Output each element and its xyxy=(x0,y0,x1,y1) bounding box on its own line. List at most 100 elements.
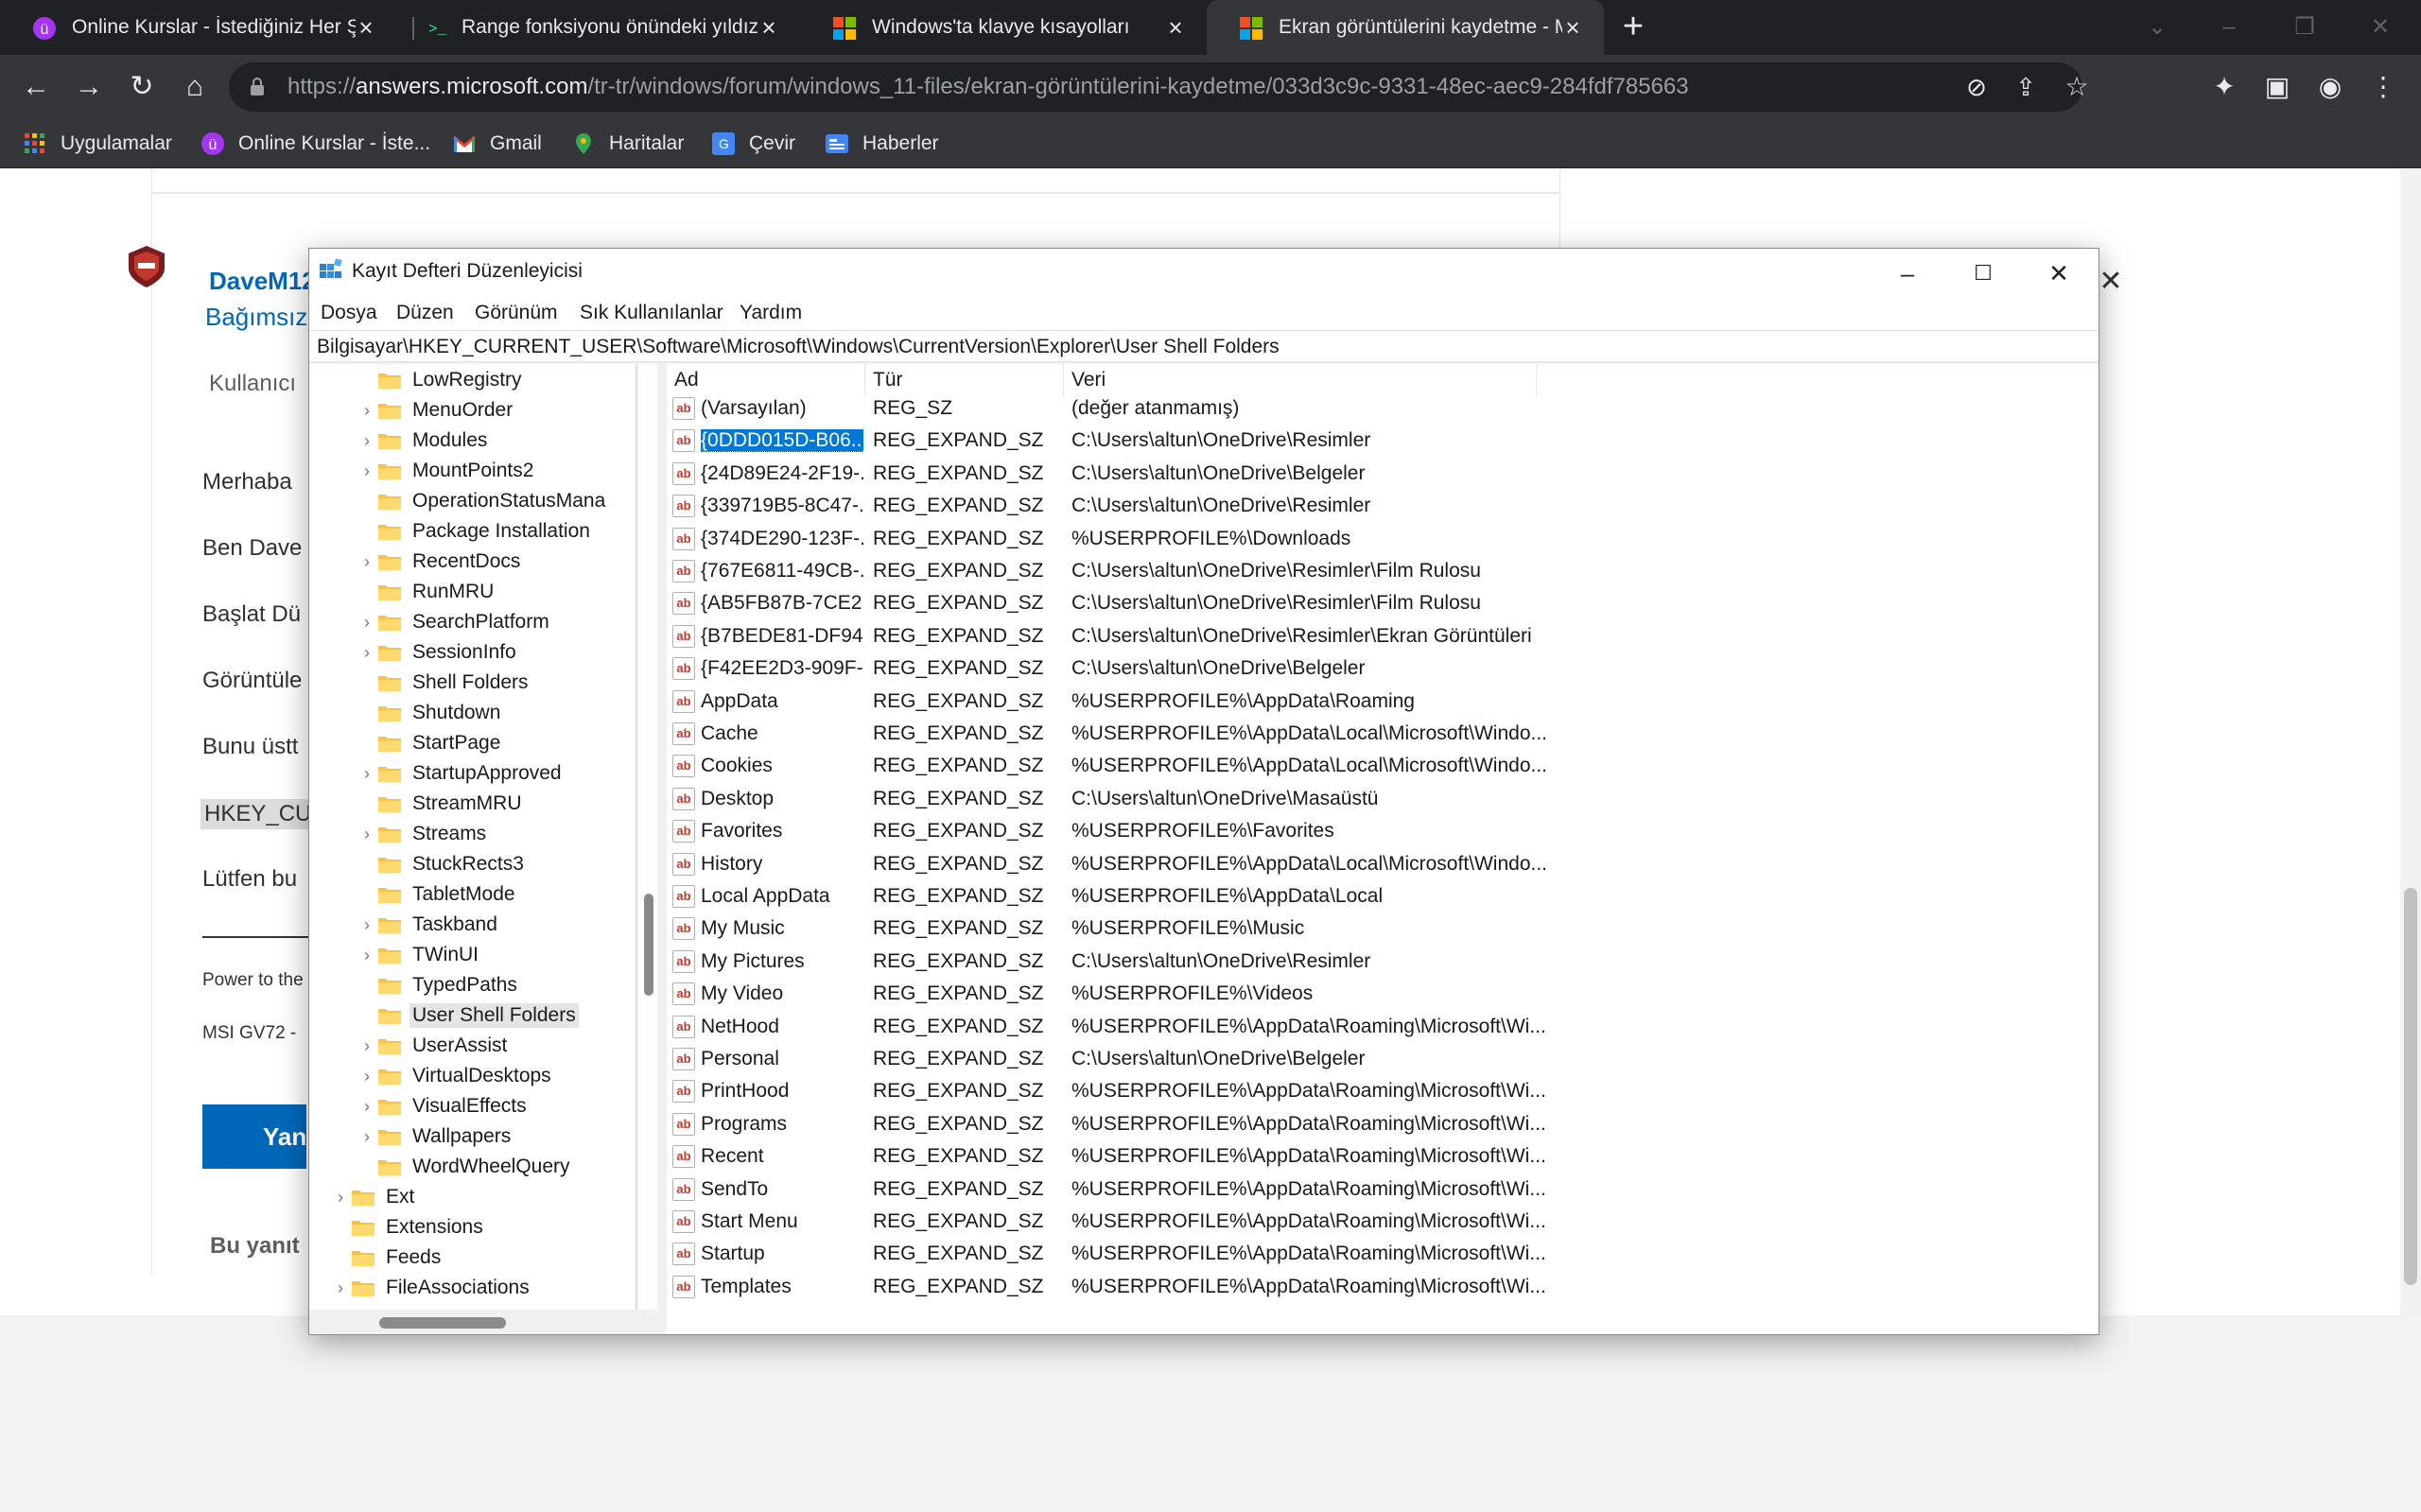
registry-address-bar[interactable]: Bilgisayar\HKEY_CURRENT_USER\Software\Mi… xyxy=(309,330,2099,362)
registry-value-row[interactable]: ab Desktop REG_EXPAND_SZ C:\Users\altun\One… xyxy=(667,783,2095,815)
tree-key-item[interactable]: › SearchPlatform xyxy=(357,608,552,636)
tree-key-item[interactable]: TabletMode xyxy=(357,880,518,909)
registry-value-row[interactable]: ab AppData REG_EXPAND_SZ %USERPROFILE%\AppD… xyxy=(667,686,2095,718)
registry-value-row[interactable]: ab Recent REG_EXPAND_SZ %USERPROFILE%\AppDa… xyxy=(667,1140,2095,1173)
registry-value-row[interactable]: ab {339719B5-8C47-... REG_EXPAND_SZ C:\User… xyxy=(667,490,2095,522)
expand-chevron-icon[interactable]: › xyxy=(357,613,377,633)
bookmark-haritalar[interactable]: Haritalar xyxy=(571,127,684,161)
new-tab-button[interactable]: + xyxy=(1617,9,1649,44)
minimize-browser-icon[interactable]: – xyxy=(2196,0,2262,55)
author-avatar[interactable] xyxy=(127,244,166,289)
tree-key-item[interactable]: User Shell Folders xyxy=(357,1001,579,1030)
reload-icon[interactable]: ↻ xyxy=(123,68,161,106)
tree-key-item[interactable]: Shutdown xyxy=(357,699,503,727)
tree-key-item[interactable]: TypedPaths xyxy=(357,971,520,999)
bookmark-star-icon[interactable]: ☆ xyxy=(2062,72,2092,102)
restore-browser-icon[interactable]: ❐ xyxy=(2272,0,2338,55)
tree-key-item[interactable]: › Taskband xyxy=(357,911,500,939)
author-name-link[interactable]: DaveM12 xyxy=(209,267,316,296)
registry-value-row[interactable]: ab {0DDD015D-B06... REG_EXPAND_SZ C:\Users\… xyxy=(667,425,2095,457)
reply-button[interactable]: Yanı xyxy=(202,1104,306,1169)
lock-icon[interactable] xyxy=(250,78,265,96)
registry-value-row[interactable]: ab Personal REG_EXPAND_SZ C:\Users\altun\On… xyxy=(667,1043,2095,1075)
registry-value-row[interactable]: ab SendTo REG_EXPAND_SZ %USERPROFILE%\AppDa… xyxy=(667,1173,2095,1206)
tree-key-item[interactable]: › StartupApproved xyxy=(357,759,565,788)
regedit-titlebar[interactable]: Kayıt Defteri Düzenleyicisi – ☐ ✕ xyxy=(309,249,2099,298)
registry-value-row[interactable]: ab Start Menu REG_EXPAND_SZ %USERPROFILE%\A… xyxy=(667,1206,2095,1238)
registry-value-row[interactable]: ab {767E6811-49CB-... REG_EXPAND_SZ C:\User… xyxy=(667,555,2095,587)
tree-key-item[interactable]: Extensions xyxy=(330,1213,486,1242)
expand-chevron-icon[interactable]: › xyxy=(330,1188,351,1208)
registry-value-row[interactable]: ab Programs REG_EXPAND_SZ %USERPROFILE%\App… xyxy=(667,1108,2095,1140)
bookmark-online-kurslar[interactable]: ü Online Kurslar - İste... xyxy=(200,127,430,161)
close-tab-icon[interactable]: × xyxy=(755,13,783,42)
dialog-close-icon[interactable]: ✕ xyxy=(2098,268,2124,296)
tree-key-item[interactable]: WordWheelQuery xyxy=(357,1153,573,1181)
extensions-icon[interactable]: ✦ xyxy=(2207,70,2241,104)
tree-hscroll-thumb[interactable] xyxy=(379,1317,506,1329)
tree-key-item[interactable]: Shell Folders xyxy=(357,669,531,697)
minimize-window-icon[interactable]: – xyxy=(1870,249,1945,298)
registry-value-row[interactable]: ab Local AppData REG_EXPAND_SZ %USERPROFILE… xyxy=(667,880,2095,912)
expand-chevron-icon[interactable]: › xyxy=(357,461,377,481)
registry-value-row[interactable]: ab Templates REG_EXPAND_SZ %USERPROFILE%\Ap… xyxy=(667,1271,2095,1303)
registry-value-row[interactable]: ab My Video REG_EXPAND_SZ %USERPROFILE%\Vid… xyxy=(667,978,2095,1010)
home-icon[interactable]: ⌂ xyxy=(176,68,214,106)
tab-klavye-kisayollari[interactable]: Windows'ta klavye kısayolları × xyxy=(800,0,1207,55)
menu-duzen[interactable]: Düzen xyxy=(396,302,454,324)
column-header-data[interactable]: Veri xyxy=(1064,364,1537,396)
tree-key-item[interactable]: StreamMRU xyxy=(357,790,525,818)
registry-value-row[interactable]: ab Startup REG_EXPAND_SZ %USERPROFILE%\AppD… xyxy=(667,1238,2095,1270)
registry-value-row[interactable]: ab {374DE290-123F-... REG_EXPAND_SZ %USERPR… xyxy=(667,523,2095,555)
registry-value-row[interactable]: ab History REG_EXPAND_SZ %USERPROFILE%\AppD… xyxy=(667,848,2095,880)
menu-sik-kullanilanlar[interactable]: Sık Kullanılanlar xyxy=(580,302,723,324)
column-header-type[interactable]: Tür xyxy=(865,364,1064,396)
tree-key-item[interactable]: Feeds xyxy=(330,1243,444,1272)
tab-range-fonksiyonu[interactable]: >_ Range fonksiyonu önündeki yıldız × xyxy=(393,0,800,55)
bookmark-cevir[interactable]: G Çevir xyxy=(711,127,795,161)
column-header-name[interactable]: Ad xyxy=(667,364,865,396)
registry-value-row[interactable]: ab Favorites REG_EXPAND_SZ %USERPROFILE%\Fa… xyxy=(667,815,2095,847)
registry-value-row[interactable]: ab NetHood REG_EXPAND_SZ %USERPROFILE%\AppD… xyxy=(667,1011,2095,1043)
tree-key-item[interactable]: LowRegistry xyxy=(357,366,525,394)
tree-key-item[interactable]: › UserAssist xyxy=(357,1032,510,1060)
expand-chevron-icon[interactable]: › xyxy=(357,1067,377,1086)
share-icon[interactable]: ⇪ xyxy=(2011,72,2041,102)
tracking-blocked-icon[interactable]: ⊘ xyxy=(1961,72,1992,102)
expand-chevron-icon[interactable]: › xyxy=(357,401,377,421)
registry-value-row[interactable]: ab (Varsayılan) REG_SZ (değer atanmamış) xyxy=(667,392,2095,425)
page-scrollbar[interactable] xyxy=(2400,169,2421,1315)
tree-key-item[interactable]: StartPage xyxy=(357,729,503,757)
tab-online-kurslar[interactable]: ü Online Kurslar - İstediğiniz Her Şey × xyxy=(0,0,397,55)
expand-chevron-icon[interactable]: › xyxy=(357,431,377,451)
tree-key-item[interactable]: › Streams xyxy=(357,820,489,848)
tree-key-item[interactable]: › Ext xyxy=(330,1183,417,1211)
registry-tree[interactable]: LowRegistry › MenuOrder › Modules › MountPoint… xyxy=(309,364,636,1334)
bookmark-uygulamalar[interactable]: Uygulamalar xyxy=(23,127,172,161)
tree-key-item[interactable]: › Modules xyxy=(357,426,490,455)
tree-key-item[interactable]: › VisualEffects xyxy=(357,1092,530,1121)
menu-gorunum[interactable]: Görünüm xyxy=(475,302,558,324)
expand-chevron-icon[interactable]: › xyxy=(357,825,377,844)
expand-chevron-icon[interactable]: › xyxy=(357,643,377,663)
expand-chevron-icon[interactable]: › xyxy=(357,1127,377,1147)
side-panel-icon[interactable]: ▣ xyxy=(2260,70,2294,104)
back-icon[interactable]: ← xyxy=(17,68,55,106)
tree-horizontal-scrollbar[interactable] xyxy=(309,1310,657,1334)
tree-scroll-thumb[interactable] xyxy=(644,894,653,996)
tree-key-item[interactable]: › MenuOrder xyxy=(357,396,515,425)
registry-value-row[interactable]: ab {24D89E24-2F19-... REG_EXPAND_SZ C:\User… xyxy=(667,458,2095,490)
expand-chevron-icon[interactable]: › xyxy=(357,1097,377,1117)
address-bar[interactable]: https://answers.microsoft.com/tr-tr/wind… xyxy=(229,62,2089,112)
tree-key-item[interactable]: › MountPoints2 xyxy=(357,457,536,485)
registry-value-row[interactable]: ab My Music REG_EXPAND_SZ %USERPROFILE%\Mus… xyxy=(667,912,2095,945)
close-tab-icon[interactable]: × xyxy=(1161,13,1190,42)
tree-key-item[interactable]: StuckRects3 xyxy=(357,850,527,878)
tree-key-item[interactable]: OperationStatusMana xyxy=(357,487,608,515)
tree-key-item[interactable]: › FileAssociations xyxy=(330,1274,532,1302)
expand-chevron-icon[interactable]: › xyxy=(357,1036,377,1056)
tree-key-item[interactable]: › SessionInfo xyxy=(357,638,519,667)
expand-chevron-icon[interactable]: › xyxy=(357,915,377,935)
registry-value-row[interactable]: ab Cookies REG_EXPAND_SZ %USERPROFILE%\AppD… xyxy=(667,750,2095,782)
expand-chevron-icon[interactable]: › xyxy=(357,764,377,784)
